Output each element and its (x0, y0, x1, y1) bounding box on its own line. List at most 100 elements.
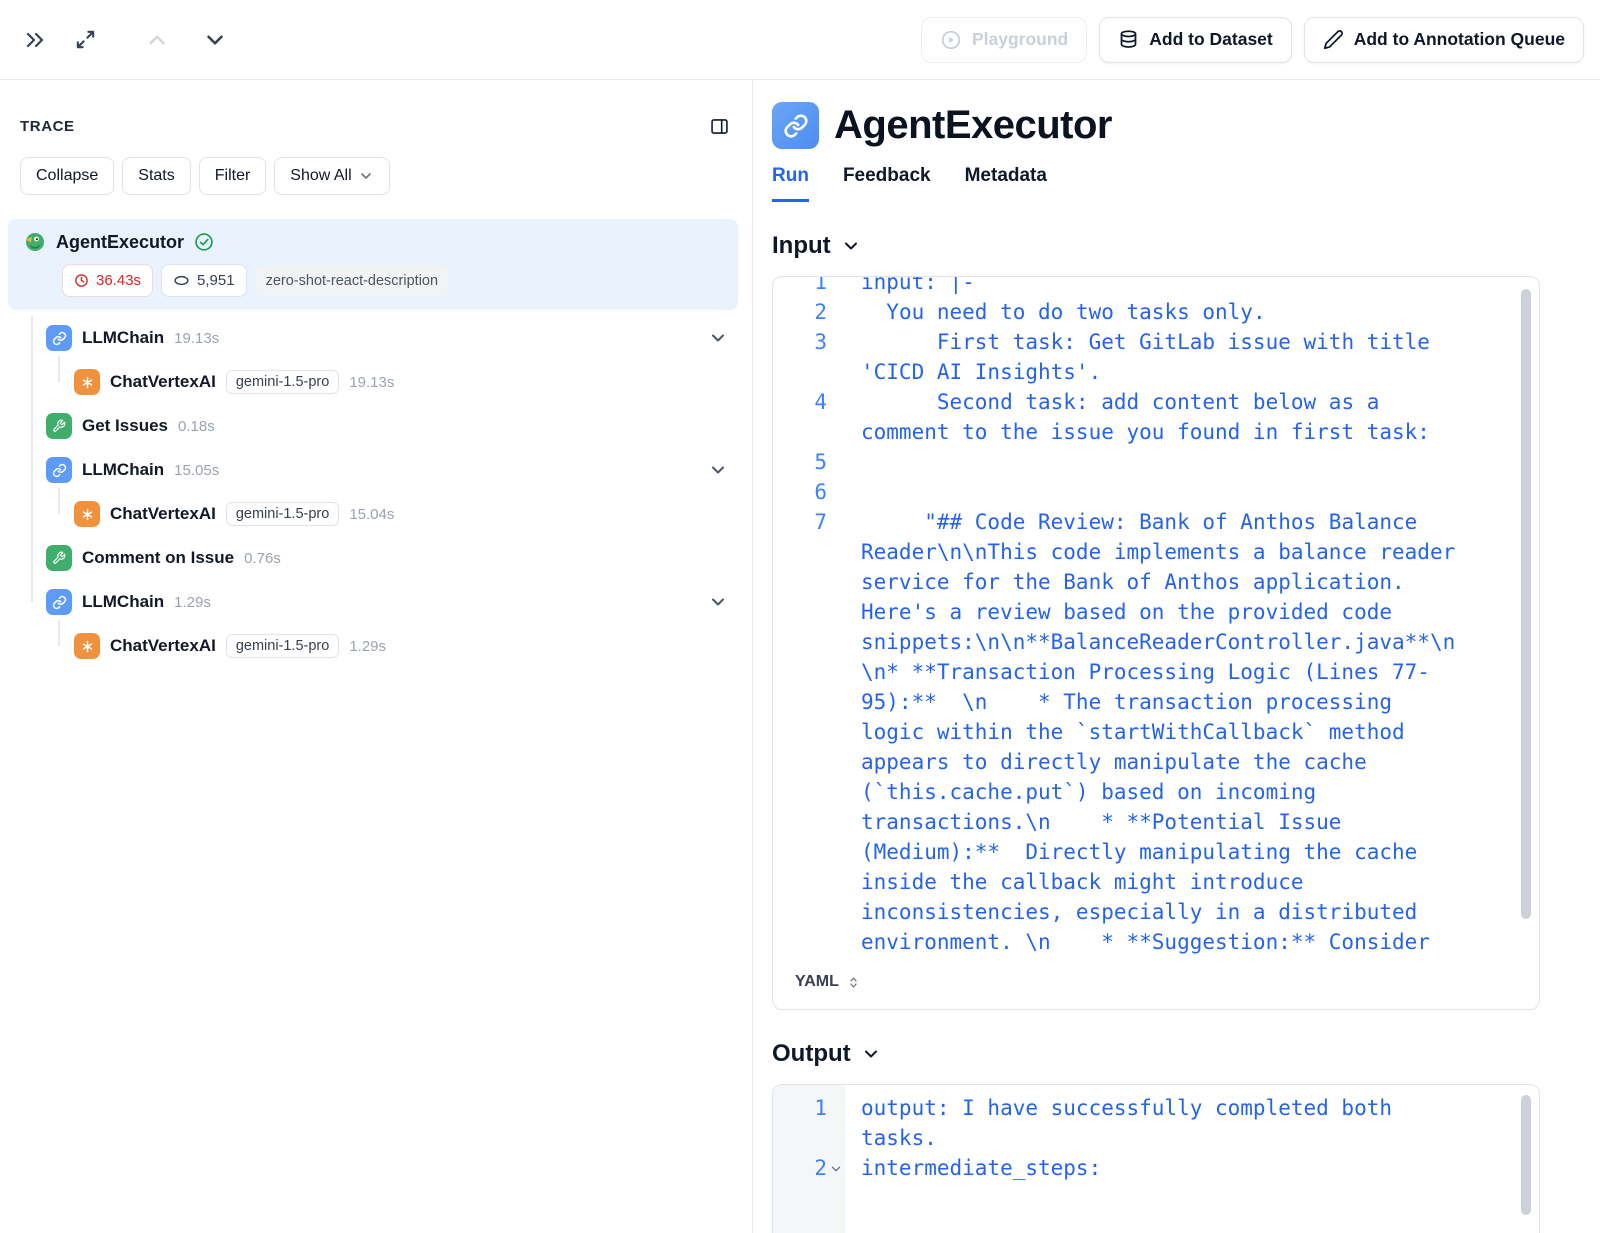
trace-root-name: AgentExecutor (56, 232, 184, 253)
tab-feedback[interactable]: Feedback (843, 165, 931, 202)
code-line: 4 Second task: add content below as a co… (773, 387, 1539, 447)
chevron-down-icon (841, 236, 861, 256)
input-section-title: Input (772, 232, 831, 260)
input-code-block: 1 input: |- 2 You need to do two tasks o… (772, 276, 1540, 1010)
code-line-number: 1 (773, 1093, 827, 1153)
output-scrollbar[interactable] (1521, 1095, 1531, 1215)
code-line: 5 (773, 447, 1539, 477)
code-line: 1 input: |- (773, 277, 1539, 297)
node-name: Comment on Issue (82, 548, 234, 568)
input-section-header[interactable]: Input (772, 232, 1540, 260)
code-line-text: output: I have successfully completed bo… (827, 1093, 1461, 1153)
previous-run-button[interactable] (136, 19, 178, 61)
input-code-viewport[interactable]: 1 input: |- 2 You need to do two tasks o… (773, 277, 1539, 954)
trace-root-row[interactable]: AgentExecutor 36.43s 5,951 zero-shot-rea… (8, 219, 738, 310)
tab-metadata[interactable]: Metadata (965, 165, 1047, 202)
node-name: ChatVertexAI (110, 372, 216, 392)
trace-node-llmchain-3[interactable]: LLMChain 1.29s (0, 580, 752, 624)
collapse-line-chevron-icon[interactable] (829, 1162, 843, 1176)
filter-button[interactable]: Filter (199, 157, 267, 195)
expand-icon (74, 28, 97, 51)
next-run-button[interactable] (194, 19, 236, 61)
code-line-text: intermediate_steps: (843, 1153, 1461, 1183)
collapse-button[interactable]: Collapse (20, 157, 114, 195)
node-name: ChatVertexAI (110, 636, 216, 656)
node-name: ChatVertexAI (110, 504, 216, 524)
chain-link-icon (46, 325, 72, 351)
check-circle-icon (194, 232, 214, 252)
trace-node-chatvertexai-1[interactable]: ChatVertexAI gemini-1.5-pro 19.13s (0, 360, 752, 404)
collapse-panel-button[interactable] (14, 19, 56, 61)
output-section-title: Output (772, 1040, 851, 1068)
node-name: LLMChain (82, 592, 164, 612)
add-to-annotation-queue-button[interactable]: Add to Annotation Queue (1304, 17, 1584, 63)
tab-run[interactable]: Run (772, 165, 809, 202)
node-name: Get Issues (82, 416, 168, 436)
trace-node-chatvertexai-3[interactable]: ChatVertexAI gemini-1.5-pro 1.29s (0, 624, 752, 668)
chain-link-icon (46, 589, 72, 615)
expand-view-button[interactable] (64, 19, 106, 61)
chevron-down-icon[interactable] (708, 460, 728, 480)
chevron-down-icon[interactable] (708, 592, 728, 612)
output-section-header[interactable]: Output (772, 1040, 1540, 1068)
format-selector[interactable]: YAML (795, 973, 861, 991)
show-all-dropdown[interactable]: Show All (274, 157, 389, 195)
code-line: 2 intermediate_steps: (773, 1153, 1539, 1183)
filter-button-label: Filter (215, 167, 251, 185)
chevron-up-icon (144, 27, 170, 53)
code-line-text (827, 447, 1461, 477)
pen-icon (1323, 29, 1344, 50)
trace-node-llmchain-2[interactable]: LLMChain 15.05s (0, 448, 752, 492)
node-duration: 0.76s (244, 550, 281, 567)
input-scrollbar[interactable] (1521, 289, 1531, 919)
node-duration: 15.04s (349, 506, 394, 523)
chain-link-icon (46, 457, 72, 483)
code-line-number: 1 (773, 277, 827, 297)
code-line: 6 (773, 477, 1539, 507)
detail-tabs: Run Feedback Metadata (772, 165, 1540, 202)
parrot-icon (22, 230, 46, 254)
model-badge: gemini-1.5-pro (226, 370, 340, 394)
playground-button-label: Playground (972, 29, 1068, 50)
model-sparkle-icon (74, 633, 100, 659)
show-all-label: Show All (290, 167, 351, 185)
run-detail-panel: AgentExecutor Run Feedback Metadata Inpu… (753, 80, 1600, 1233)
collapse-button-label: Collapse (36, 167, 98, 185)
model-sparkle-icon (74, 501, 100, 527)
stats-button-label: Stats (138, 167, 174, 185)
stats-button[interactable]: Stats (122, 157, 190, 195)
node-duration: 15.05s (174, 462, 219, 479)
code-line-number: 5 (773, 447, 827, 477)
split-panel-button[interactable] (705, 112, 734, 141)
database-icon (1118, 29, 1139, 50)
code-line: 2 You need to do two tasks only. (773, 297, 1539, 327)
node-duration: 0.18s (178, 418, 215, 435)
double-chevron-right-icon (23, 28, 47, 52)
trace-panel: TRACE Collapse Stats Filter Show All Age… (0, 80, 753, 1233)
code-line-text: You need to do two tasks only. (827, 297, 1461, 327)
add-to-dataset-button[interactable]: Add to Dataset (1099, 17, 1291, 63)
format-selector-value: YAML (795, 973, 839, 991)
code-line-number: 2 (773, 297, 827, 327)
code-line: 3 First task: Get GitLab issue with titl… (773, 327, 1539, 387)
trace-node-get-issues[interactable]: Get Issues 0.18s (0, 404, 752, 448)
code-line-text: "## Code Review: Bank of Anthos Balance … (827, 507, 1461, 954)
code-line-number-value: 2 (814, 1153, 827, 1183)
trace-node-comment-on-issue[interactable]: Comment on Issue 0.76s (0, 536, 752, 580)
output-code-block: 1 output: I have successfully completed … (772, 1084, 1540, 1233)
model-badge: gemini-1.5-pro (226, 502, 340, 526)
chevron-down-icon (202, 27, 228, 53)
trace-node-chatvertexai-2[interactable]: ChatVertexAI gemini-1.5-pro 15.04s (0, 492, 752, 536)
chevron-down-icon (861, 1044, 881, 1064)
add-to-dataset-label: Add to Dataset (1149, 29, 1272, 50)
chevron-down-icon[interactable] (708, 328, 728, 348)
token-count-value: 5,951 (197, 272, 235, 289)
caret-sort-icon (846, 975, 861, 990)
code-line-number: 7 (773, 507, 827, 954)
trace-panel-title: TRACE (20, 118, 75, 135)
trace-node-llmchain-1[interactable]: LLMChain 19.13s (0, 316, 752, 360)
token-icon (173, 272, 190, 289)
playground-button[interactable]: Playground (921, 17, 1087, 63)
code-line-number: 4 (773, 387, 827, 447)
code-line-number: 2 (773, 1153, 843, 1183)
